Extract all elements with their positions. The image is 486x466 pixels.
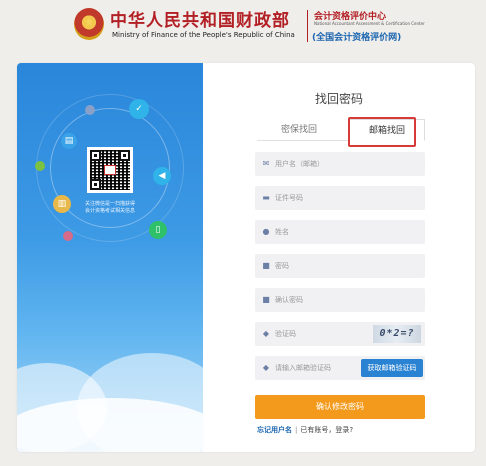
captcha-image[interactable]: 0*2=? bbox=[373, 325, 421, 343]
shield-icon: ✓ bbox=[129, 99, 149, 119]
national-emblem-icon: ★ bbox=[74, 8, 104, 40]
lock-icon: ■ bbox=[262, 261, 270, 270]
footer-links: 忘记用户名 | 已有账号，登录? bbox=[257, 425, 353, 435]
site-header: ★ 中华人民共和国财政部 Ministry of Finance of the … bbox=[0, 0, 486, 56]
dot-icon bbox=[35, 161, 45, 171]
shield-icon: ◆ bbox=[262, 329, 270, 338]
tab-security-question[interactable]: 密保找回 bbox=[257, 119, 341, 141]
recover-card: ✓ ▤ ◀ ▥ ▯ 关注微信是一扫描获得 会计资格考试相关信息 找回密码 密保找… bbox=[17, 63, 475, 452]
dot-icon bbox=[63, 231, 73, 241]
verify-code-field[interactable]: ◆ 验证码 0*2=? bbox=[255, 322, 425, 346]
form-panel: 找回密码 密保找回 邮箱找回 ✉ 用户名（邮箱） ▬ 证件号码 ● 姓名 ■ 密… bbox=[203, 63, 475, 452]
name-field[interactable]: ● 姓名 bbox=[255, 220, 425, 244]
ministry-title: 中华人民共和国财政部 bbox=[110, 11, 290, 31]
user-icon: ● bbox=[262, 227, 270, 236]
username-field[interactable]: ✉ 用户名（邮箱） bbox=[255, 152, 425, 176]
org-title-en: National Accountant Assessment & Certifi… bbox=[314, 21, 425, 26]
forgot-username-link[interactable]: 忘记用户名 bbox=[257, 426, 292, 434]
link-separator: | bbox=[295, 426, 298, 434]
phone-icon: ▯ bbox=[149, 221, 167, 239]
id-card-icon: ▬ bbox=[262, 193, 270, 202]
get-email-code-button[interactable]: 获取邮箱验证码 bbox=[361, 359, 423, 377]
header-divider bbox=[307, 10, 308, 42]
shield-icon: ◆ bbox=[262, 363, 270, 372]
confirm-password-field[interactable]: ■ 确认密码 bbox=[255, 288, 425, 312]
promo-panel: ✓ ▤ ◀ ▥ ▯ 关注微信是一扫描获得 会计资格考试相关信息 bbox=[17, 63, 203, 452]
org-subtitle: (全国会计资格评价网) bbox=[312, 33, 402, 43]
password-field[interactable]: ■ 密码 bbox=[255, 254, 425, 278]
id-number-field[interactable]: ▬ 证件号码 bbox=[255, 186, 425, 210]
email-code-field[interactable]: ◆ 请输入邮箱验证码 获取邮箱验证码 bbox=[255, 356, 425, 380]
form-title: 找回密码 bbox=[314, 92, 363, 106]
ministry-title-en: Ministry of Finance of the People's Repu… bbox=[112, 31, 295, 39]
login-link[interactable]: 已有账号，登录? bbox=[300, 426, 353, 434]
qr-caption: 关注微信是一扫描获得 会计资格考试相关信息 bbox=[84, 201, 135, 214]
highlight-box bbox=[348, 117, 416, 147]
dot-icon bbox=[85, 105, 95, 115]
wechat-qr-code bbox=[87, 147, 133, 193]
cloud-decor bbox=[17, 398, 203, 452]
mail-icon: ✉ bbox=[262, 159, 270, 168]
megaphone-icon: ◀ bbox=[153, 167, 171, 185]
lock-icon: ■ bbox=[262, 295, 270, 304]
confirm-change-password-button[interactable]: 确认修改密码 bbox=[255, 395, 425, 419]
document-icon: ▤ bbox=[61, 133, 77, 149]
